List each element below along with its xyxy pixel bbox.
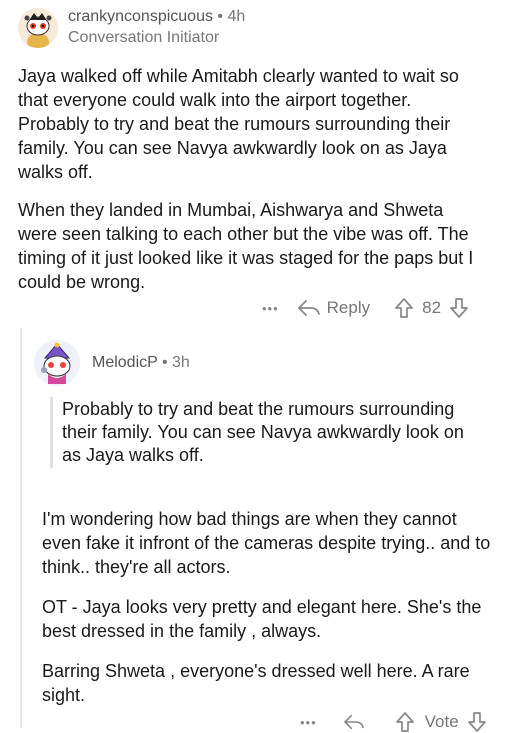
comment-paragraph: Jaya walked off while Amitabh clearly wa…	[18, 66, 459, 182]
reply-username[interactable]: MelodicP	[92, 354, 158, 371]
user-flair: Conversation Initiator	[68, 29, 220, 46]
downvote-arrow-icon	[450, 298, 468, 318]
reply-arrow-icon	[343, 714, 364, 730]
snoo-avatar-icon	[18, 8, 58, 48]
meta-separator: •	[217, 8, 224, 25]
user-avatar[interactable]	[18, 8, 58, 48]
reply-paragraph: I'm wondering how bad things are when th…	[42, 509, 491, 577]
quote-bar	[50, 397, 53, 468]
comment-meta: crankynconspicuous • 4h	[68, 8, 245, 26]
downvote-button[interactable]	[449, 297, 469, 319]
reply-paragraph: OT - Jaya looks very pretty and elegant …	[42, 597, 482, 641]
reply-quote: Probably to try and beat the rumours sur…	[62, 399, 464, 465]
upvote-arrow-icon	[395, 712, 414, 732]
reply-paragraph: Barring Shweta , everyone's dressed well…	[42, 661, 470, 705]
username[interactable]: crankynconspicuous	[68, 8, 213, 25]
upvote-arrow-icon	[395, 298, 413, 318]
upvote-button[interactable]	[395, 711, 415, 733]
reply-action-bar: ••• Vote	[300, 711, 487, 733]
vote-score: 82	[422, 298, 442, 317]
meta-separator: •	[161, 354, 168, 371]
snoo-avatar-icon	[34, 340, 80, 386]
downvote-arrow-icon	[467, 712, 486, 732]
more-options-button[interactable]: •••	[262, 301, 279, 316]
reply-button[interactable]	[343, 713, 365, 731]
reply-meta: MelodicP • 3h	[92, 354, 190, 372]
downvote-button[interactable]	[467, 711, 487, 733]
reply-button[interactable]: Reply	[297, 298, 370, 318]
timestamp: 4h	[227, 8, 246, 25]
reply-arrow-icon	[297, 300, 320, 316]
reply-label: Reply	[326, 298, 371, 317]
thread-line[interactable]	[20, 328, 22, 728]
reply-timestamp: 3h	[172, 354, 190, 371]
upvote-button[interactable]	[394, 297, 414, 319]
comment-action-bar: ••• Reply 82	[262, 297, 469, 319]
more-options-icon: •••	[300, 714, 317, 730]
reply-user-avatar[interactable]	[34, 340, 80, 386]
more-options-button[interactable]: •••	[300, 715, 317, 730]
more-options-icon: •••	[262, 300, 279, 316]
vote-label: Vote	[424, 712, 459, 731]
comment-paragraph: When they landed in Mumbai, Aishwarya an…	[18, 200, 474, 292]
